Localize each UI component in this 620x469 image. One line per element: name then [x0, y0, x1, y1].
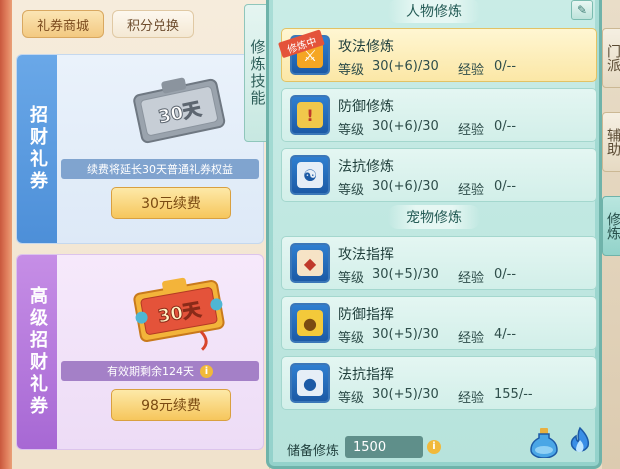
- renew-98-button[interactable]: 98元续费: [111, 389, 231, 421]
- skill-row-resist-cultivation[interactable]: ☯ 法抗修炼 等级 30(+6)/30 经验 0/--: [281, 148, 597, 202]
- paw-resist-icon: ●: [290, 363, 330, 403]
- silver-ticket-icon: 30天: [133, 77, 226, 144]
- tab-points-exchange[interactable]: 积分兑换: [112, 10, 194, 38]
- tab-gift-ticket-shop[interactable]: 礼券商城: [22, 10, 104, 38]
- exp-label: 经验: [458, 123, 485, 138]
- level-label: 等级: [338, 331, 365, 346]
- cultivation-panel: 人物修炼 ✎ ⚔ 修炼中 攻法修炼 等级 30(+6)/30 经验 0/-- !…: [266, 0, 602, 469]
- skill-name: 法抗指挥: [338, 367, 394, 383]
- shop-frame-border: [0, 0, 12, 469]
- side-tab-assist[interactable]: 辅助: [602, 112, 620, 172]
- exp-value: 155/--: [494, 387, 533, 402]
- exp-value: 4/--: [494, 327, 517, 342]
- skill-name: 防御修炼: [338, 99, 394, 115]
- exp-label: 经验: [458, 63, 485, 78]
- skill-row-attack-command[interactable]: ◆ 攻法指挥 等级 30(+5)/30 经验 0/--: [281, 236, 597, 290]
- exp-label: 经验: [458, 183, 485, 198]
- cultivation-panel-body: 人物修炼 ✎ ⚔ 修炼中 攻法修炼 等级 30(+6)/30 经验 0/-- !…: [273, 0, 597, 462]
- card-note-premium: 有效期剩余124天 i: [61, 361, 259, 381]
- level-value: 30(+6)/30: [372, 59, 439, 74]
- card-note-fortune: 续费将延长30天普通礼券权益: [61, 159, 259, 179]
- skill-row-resist-command[interactable]: ● 法抗指挥 等级 30(+5)/30 经验 155/--: [281, 356, 597, 410]
- info-icon[interactable]: i: [200, 364, 213, 378]
- skill-name: 攻法指挥: [338, 247, 394, 263]
- renew-30-button[interactable]: 30元续费: [111, 187, 231, 219]
- reserve-label: 储备修炼: [287, 444, 340, 459]
- section-title-pet: 宠物修炼: [273, 205, 595, 229]
- exp-label: 经验: [458, 391, 485, 406]
- reserve-value-field: 1500: [345, 436, 423, 458]
- exp-value: 0/--: [494, 267, 517, 282]
- side-tab-sect[interactable]: 门派: [602, 28, 620, 88]
- exp-value: 0/--: [494, 119, 517, 134]
- skill-name: 防御指挥: [338, 307, 394, 323]
- skill-row-defense-command[interactable]: ● 防御指挥 等级 30(+5)/30 经验 4/--: [281, 296, 597, 350]
- card-label-fortune-ticket: 招财礼券: [17, 55, 57, 243]
- level-value: 30(+6)/30: [372, 119, 439, 134]
- skill-name: 攻法修炼: [338, 39, 394, 55]
- level-label: 等级: [338, 63, 365, 78]
- exp-label: 经验: [458, 271, 485, 286]
- paw-shield-icon: ●: [290, 303, 330, 343]
- level-value: 30(+6)/30: [372, 179, 439, 194]
- fortune-ticket-card: 招财礼券 30天 续费将延长30天普通礼券权益 30元续费: [16, 54, 264, 244]
- exp-value: 0/--: [494, 59, 517, 74]
- level-value: 30(+5)/30: [372, 327, 439, 342]
- person-title-text: 人物修炼: [388, 0, 480, 23]
- skill-row-defense-cultivation[interactable]: ! 防御修炼 等级 30(+6)/30 经验 0/--: [281, 88, 597, 142]
- skill-name: 法抗修炼: [338, 159, 394, 175]
- shield-icon: !: [290, 95, 330, 135]
- level-label: 等级: [338, 271, 365, 286]
- pet-title-text: 宠物修炼: [388, 205, 480, 229]
- gift-ticket-shop-panel: 礼券商城 积分兑换 招财礼券 30天 续费将延长30天普通礼券权益 30元续费 …: [0, 0, 270, 469]
- exp-value: 0/--: [494, 179, 517, 194]
- level-value: 30(+5)/30: [372, 387, 439, 402]
- section-title-person: 人物修炼: [273, 0, 595, 23]
- flame-icon[interactable]: [565, 426, 595, 458]
- reserve-info-icon[interactable]: i: [427, 440, 441, 454]
- side-tab-cultivation[interactable]: 修炼: [602, 196, 620, 256]
- premium-fortune-ticket-card: 高级招财礼券 30天 有效期剩余124天 i 98元续费: [16, 254, 264, 450]
- edit-icon[interactable]: ✎: [571, 0, 593, 20]
- gold-ticket-icon: 30天: [133, 277, 225, 351]
- level-value: 30(+5)/30: [372, 267, 439, 282]
- card-note-fortune-text: 续费将延长30天普通礼券权益: [87, 163, 233, 176]
- paw-attack-icon: ◆: [290, 243, 330, 283]
- yin-yang-icon: ☯: [290, 155, 330, 195]
- level-label: 等级: [338, 183, 365, 198]
- card-note-premium-text: 有效期剩余124天: [107, 365, 194, 378]
- skill-row-attack-cultivation[interactable]: ⚔ 修炼中 攻法修炼 等级 30(+6)/30 经验 0/--: [278, 28, 597, 82]
- level-label: 等级: [338, 123, 365, 138]
- level-label: 等级: [338, 391, 365, 406]
- potion-icon[interactable]: [529, 426, 559, 458]
- exp-label: 经验: [458, 331, 485, 346]
- card-label-premium-ticket: 高级招财礼券: [17, 255, 57, 449]
